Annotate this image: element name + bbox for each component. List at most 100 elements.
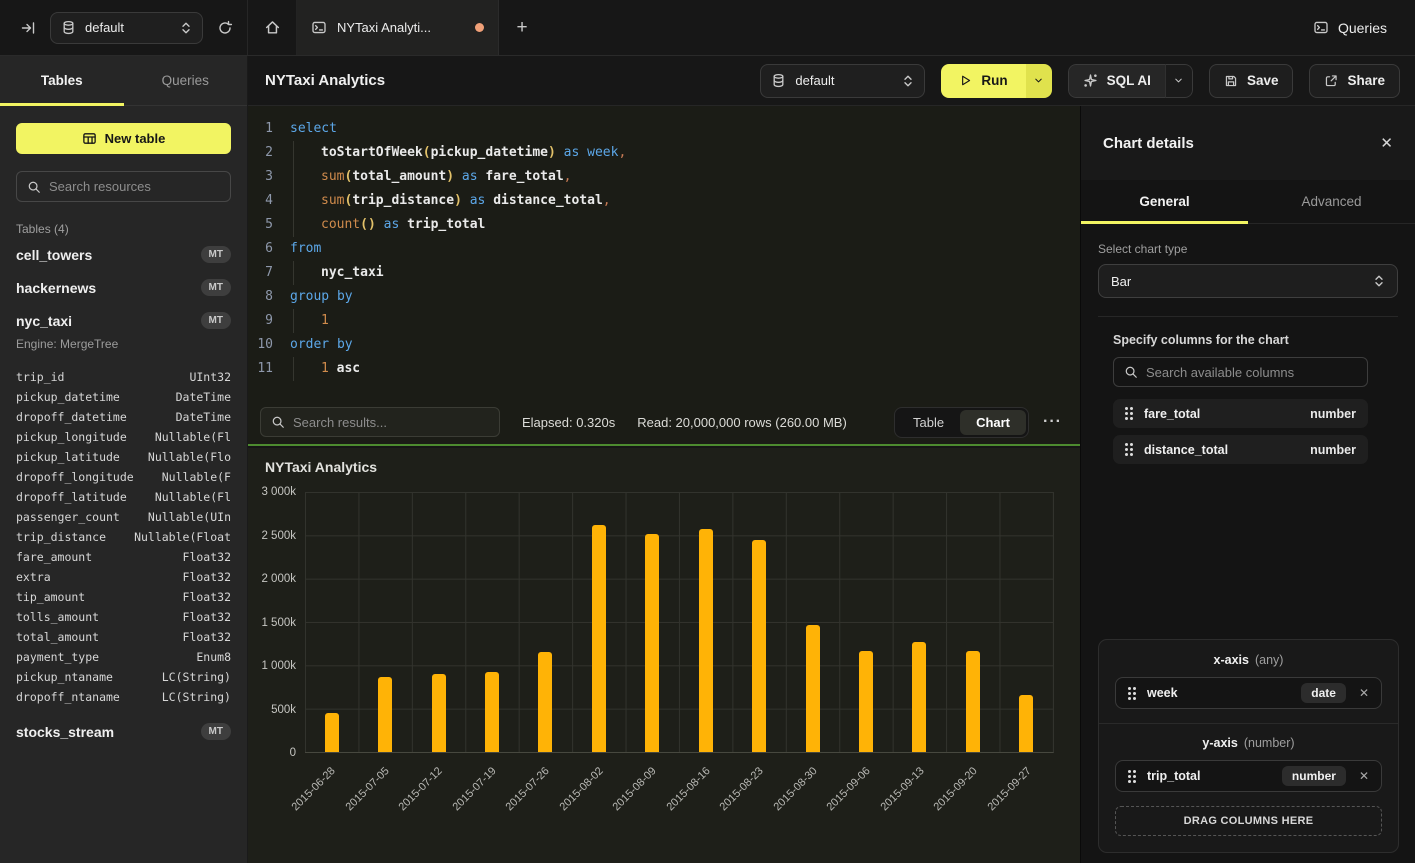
drag-handle-icon[interactable] [1125,407,1133,420]
bar [1019,695,1033,752]
column-type: DateTime [176,390,231,404]
chart-plot [305,492,1054,753]
results-search-input[interactable] [293,415,489,430]
column-name: trip_total [1147,769,1200,783]
x-tick-label: 2015-09-06 [825,765,873,813]
code-line: 8group by [248,285,1080,309]
table-row[interactable]: cell_towersMT [16,238,231,271]
y-tick-label: 2 500k [261,530,296,542]
column-name: pickup_latitude [16,450,120,464]
drag-handle-icon[interactable] [1128,770,1136,783]
run-options-button[interactable] [1026,64,1052,98]
column-type-badge: date [1301,683,1346,703]
columns-search-input[interactable] [1146,365,1357,380]
unsaved-dot [475,23,484,32]
drag-columns-drop-zone[interactable]: DRAG COLUMNS HERE [1115,806,1382,836]
bar [699,529,713,752]
tab-advanced[interactable]: Advanced [1248,180,1415,223]
new-table-button[interactable]: New table [16,123,231,154]
bar [378,677,392,752]
sql-ai-options-button[interactable] [1165,64,1193,98]
y-tick-label: 500k [271,704,296,716]
column-type: Float32 [183,630,231,644]
results-search[interactable] [260,407,500,437]
column-row: trip_idUInt32 [16,367,231,387]
new-tab-button[interactable]: + [499,0,545,55]
engine-badge: MT [201,279,231,296]
column-type: Float32 [183,610,231,624]
column-type: Float32 [183,570,231,584]
remove-column-icon[interactable]: ✕ [1357,686,1371,700]
database-selector[interactable]: default [50,12,203,44]
y-tick-label: 1 500k [261,617,296,629]
run-button[interactable]: Run [941,64,1025,98]
code-content: toStartOfWeek(pickup_datetime) as week, [282,141,626,165]
view-toggle-table[interactable]: Table [897,410,960,435]
updown-chevron-icon [1373,274,1385,288]
column-type: LC(String) [162,690,231,704]
column-type: number [1310,443,1356,457]
table-name: hackernews [16,280,96,296]
home-button[interactable] [248,0,297,55]
updown-chevron-icon [180,21,192,35]
sidebar-tab-tables[interactable]: Tables [0,56,124,105]
code-line: 5count() as trip_total [248,213,1080,237]
code-line: 91 [248,309,1080,333]
refresh-icon[interactable] [217,20,233,36]
share-button[interactable]: Share [1309,64,1400,98]
header-database-selector[interactable]: default [760,64,925,98]
sql-ai-button[interactable]: SQL AI [1068,64,1165,98]
resource-search[interactable] [16,171,231,202]
top-bar: default NYTaxi Analyti... [0,0,1415,56]
more-options-button[interactable]: ··· [1039,413,1066,431]
line-number: 11 [248,357,282,381]
x-axis-labels: 2015-06-282015-07-052015-07-122015-07-19… [305,757,1054,863]
bar [645,534,659,752]
remove-column-icon[interactable]: ✕ [1357,769,1371,783]
columns-search[interactable] [1113,357,1368,387]
tab-general[interactable]: General [1081,180,1248,223]
close-icon[interactable]: ✕ [1380,134,1393,152]
x-tick-label: 2015-08-30 [771,765,819,813]
bar [485,672,499,752]
chart-panel: NYTaxi Analytics 0500k1 000k1 500k2 000k… [248,448,1080,863]
x-tick-label: 2015-09-27 [985,765,1033,813]
y-tick-label: 2 000k [261,573,296,585]
available-column-chip[interactable]: distance_totalnumber [1113,435,1368,464]
table-grid-icon [82,131,97,146]
x-tick-label: 2015-08-23 [718,765,766,813]
resource-search-input[interactable] [49,179,220,194]
table-row[interactable]: nyc_taxiMT [16,304,231,337]
updown-chevron-icon [902,74,914,88]
bar [538,652,552,752]
drag-handle-icon[interactable] [1128,687,1136,700]
column-name: dropoff_ntaname [16,690,120,704]
drag-handle-icon[interactable] [1125,443,1133,456]
chart-type-select[interactable]: Bar [1098,264,1398,298]
bar [432,674,446,752]
queries-button[interactable]: Queries [1313,20,1415,36]
y-axis-chips: trip_totalnumber✕ [1115,760,1382,792]
table-row[interactable]: stocks_streamMT [16,715,231,748]
home-icon [264,19,281,36]
sql-editor[interactable]: 1select2toStartOfWeek(pickup_datetime) a… [248,106,1080,400]
query-tab[interactable]: NYTaxi Analyti... [297,0,499,55]
column-name: fare_total [1144,407,1200,421]
table-row[interactable]: hackernews MT [16,271,231,304]
save-button[interactable]: Save [1209,64,1294,98]
column-type: Nullable(Fl [155,430,231,444]
header-actions: default Run [760,64,1400,98]
sidebar-tab-queries[interactable]: Queries [124,56,248,105]
code-content: from [282,237,321,261]
code-content: count() as trip_total [282,213,485,237]
available-column-chip[interactable]: fare_totalnumber [1113,399,1368,428]
line-number: 5 [248,213,282,237]
column-type: Nullable(Float [134,530,231,544]
axis-column-chip[interactable]: weekdate✕ [1115,677,1382,709]
x-tick-label: 2015-07-12 [397,765,445,813]
chart-type-label: Select chart type [1098,242,1398,256]
sidebar-collapse-icon[interactable] [20,20,36,36]
view-toggle-chart[interactable]: Chart [960,410,1026,435]
run-button-group: Run [941,64,1051,98]
axis-column-chip[interactable]: trip_totalnumber✕ [1115,760,1382,792]
